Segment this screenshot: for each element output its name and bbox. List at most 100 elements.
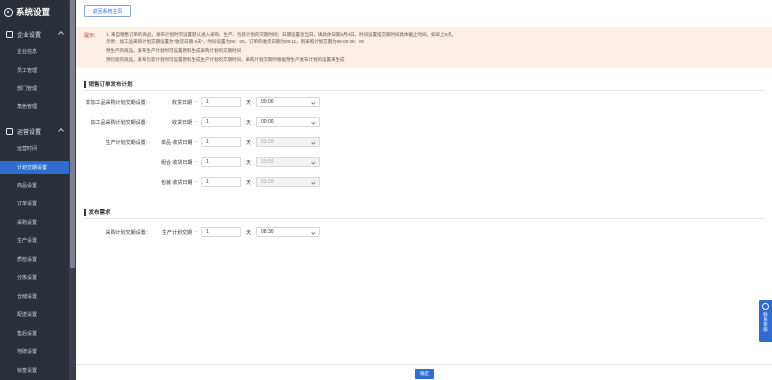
days-unit: 天	[246, 120, 252, 126]
days-input[interactable]: 1	[201, 137, 241, 147]
time-select-value: 23:59	[261, 179, 274, 185]
divider	[84, 90, 764, 91]
footer-bar: 确定	[76, 364, 772, 380]
sidebar-item-label: 员工管理	[17, 68, 38, 74]
sidebar-item-scale[interactable]: 地磅设置	[0, 345, 69, 358]
sidebar-item-roles[interactable]: 角色管理	[0, 100, 69, 113]
sidebar-item-company-info[interactable]: 企业信息	[0, 45, 69, 58]
sidebar-item-product[interactable]: 商品设置	[0, 179, 69, 192]
chevron-down-icon	[311, 159, 316, 164]
settings-logo-icon	[4, 7, 13, 17]
sidebar-item-staff[interactable]: 员工管理	[0, 64, 69, 77]
sidebar-item-order[interactable]: 订单设置	[0, 197, 69, 210]
row-label: 加工品采购计划交期设置:	[90, 120, 147, 126]
chevron-up-icon	[58, 128, 64, 134]
sidebar-item-purchase[interactable]: 采购设置	[0, 216, 69, 229]
sidebar-item-label: 部门管理	[17, 86, 38, 92]
sidebar-scrollbar[interactable]	[69, 0, 76, 380]
time-select[interactable]: 00:00	[256, 117, 320, 127]
time-select[interactable]: 00:00	[256, 97, 320, 107]
confirm-button[interactable]: 确定	[415, 369, 434, 379]
time-select-value: 23:59	[261, 139, 274, 145]
chevron-down-icon	[311, 119, 316, 124]
tips-line: 预生产的商品，发布生产计划时可设置原料生成采购计划的交期时间	[106, 48, 241, 53]
time-select: 23:59	[256, 177, 320, 187]
back-to-home-button[interactable]: 返回系统主页	[84, 5, 131, 17]
form-row-nonprocessed-purchase: 非加工品采购计划交期设置: 收货日期 - 1 天 00:00	[76, 96, 772, 108]
sidebar-item-label: 售后设置	[17, 331, 38, 337]
sidebar-title: 系统设置	[4, 5, 50, 19]
row-prefix: 组合 收货日期	[161, 160, 193, 166]
sidebar-item-sorting[interactable]: 分拣设置	[0, 271, 69, 284]
contact-support-label: 联系客服	[763, 312, 769, 332]
main-content: 返回系统主页 提示: 1. 来自销售订单的商品，发布计划时可设置默认进入采购、生…	[76, 0, 772, 380]
section-title-text: 销售订单发布计划	[88, 82, 133, 88]
sidebar-group-operations[interactable]: 运营设置	[0, 124, 69, 138]
row-dash: -	[195, 119, 197, 125]
contact-support-button[interactable]: 联系客服	[759, 300, 772, 342]
chevron-down-icon	[311, 179, 316, 184]
sidebar-item-label: 角色管理	[17, 104, 38, 110]
chevron-up-icon	[58, 31, 64, 37]
sidebar-item-label: 仓储设置	[17, 294, 38, 300]
sidebar-item-warehouse[interactable]: 仓储设置	[0, 290, 69, 303]
sidebar-group-label: 企业设置	[17, 32, 42, 39]
row-prefix: 收货日期	[172, 100, 193, 106]
time-select: 23:59	[256, 137, 320, 147]
time-select[interactable]: 08:30	[256, 227, 320, 237]
days-input[interactable]: 1	[201, 157, 241, 167]
time-select: 23:59	[256, 157, 320, 167]
sidebar-item-label-settings[interactable]: 标签设置	[0, 364, 69, 377]
sidebar-item-label: 标签设置	[17, 368, 38, 374]
sidebar-item-label: 分拣设置	[17, 275, 38, 281]
days-input[interactable]: 1	[201, 227, 241, 237]
sidebar-item-label: 企业信息	[17, 49, 38, 55]
enterprise-icon	[6, 30, 13, 38]
section-title-sales-plan: 销售订单发布计划	[84, 80, 133, 88]
section-title-text: 发布需求	[88, 210, 111, 216]
chevron-down-icon	[311, 139, 316, 144]
sidebar-item-label: 采购设置	[17, 220, 38, 226]
row-label: 采购计划交期设置:	[105, 230, 147, 236]
sidebar-group-label: 运营设置	[17, 129, 42, 136]
row-prefix: 单品 收货日期	[161, 140, 193, 146]
sidebar-item-production[interactable]: 生产设置	[0, 234, 69, 247]
sidebar-item-label: 计划交期设置	[17, 165, 48, 171]
chevron-down-icon	[311, 229, 316, 234]
sidebar-group-enterprise[interactable]: 企业设置	[0, 27, 69, 41]
row-dash: -	[195, 139, 197, 145]
time-select-value: 00:00	[261, 99, 274, 105]
row-dash: -	[195, 229, 197, 235]
form-row-production-package: 包装 收货日期 - 1 天 23:59	[76, 176, 772, 188]
section-title-release-demand: 发布需求	[84, 208, 111, 216]
days-input[interactable]: 1	[201, 177, 241, 187]
row-label: 非加工品采购计划交期设置:	[85, 100, 147, 106]
days-unit: 天	[246, 100, 252, 106]
sidebar-item-plan-delivery[interactable]: 计划交期设置	[0, 161, 69, 174]
sidebar-item-label: 运营时间	[17, 146, 38, 152]
days-unit: 天	[246, 180, 252, 186]
form-row-processed-purchase: 加工品采购计划交期设置: 收货日期 - 1 天 00:00	[76, 116, 772, 128]
tips-line: 预包装的商品，发布包装计划时可设置原料生成生产计划的交期时间，采购计划交期时根据…	[106, 57, 345, 62]
sidebar-title-text: 系统设置	[16, 7, 51, 17]
days-input[interactable]: 1	[201, 97, 241, 107]
row-dash: -	[195, 159, 197, 165]
days-unit: 天	[246, 230, 252, 236]
row-prefix: 收货日期	[172, 120, 193, 126]
sidebar-item-label: 地磅设置	[17, 349, 38, 355]
sidebar-item-delivery[interactable]: 配送设置	[0, 308, 69, 321]
form-row-production-single: 生产计划交期设置: 单品 收货日期 - 1 天 23:59	[76, 136, 772, 148]
sidebar-item-label: 生产设置	[17, 238, 38, 244]
time-select-value: 23:59	[261, 159, 274, 165]
sidebar-item-department[interactable]: 部门管理	[0, 82, 69, 95]
chevron-down-icon	[311, 99, 316, 104]
sidebar-scrollbar-thumb[interactable]	[70, 0, 75, 268]
sidebar-item-label: 质检设置	[17, 257, 38, 263]
days-input[interactable]: 1	[201, 117, 241, 127]
sidebar-item-after-sales[interactable]: 售后设置	[0, 327, 69, 340]
sidebar-item-quality[interactable]: 质检设置	[0, 253, 69, 266]
row-prefix: 生产计划交期	[162, 230, 193, 236]
operations-icon	[6, 127, 13, 135]
sidebar-item-operating-time[interactable]: 运营时间	[0, 142, 69, 155]
days-unit: 天	[246, 140, 252, 146]
